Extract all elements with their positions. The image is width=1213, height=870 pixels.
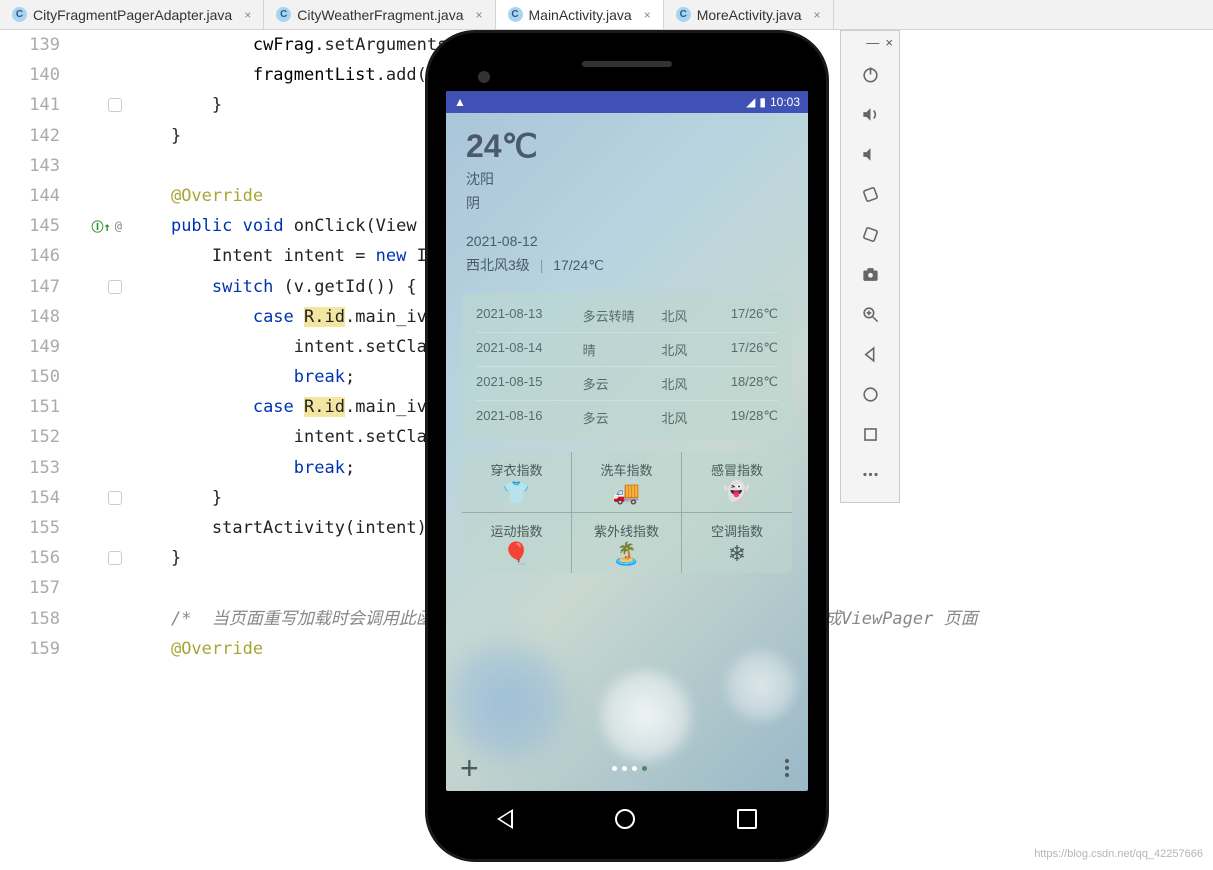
emu-back-button[interactable] bbox=[841, 334, 899, 374]
bottom-bar: + bbox=[446, 745, 808, 791]
current-condition: 阴 bbox=[466, 193, 788, 213]
close-icon[interactable]: × bbox=[814, 8, 821, 22]
tab-label: CityWeatherFragment.java bbox=[297, 7, 463, 23]
phone-screen[interactable]: ▲ ◢ ▮ 10:03 24℃ 沈阳 阴 2021-08-12 西北风3级 | … bbox=[446, 91, 808, 791]
java-class-icon: C bbox=[508, 7, 523, 22]
emu-volume-down-button[interactable] bbox=[841, 134, 899, 174]
minimize-icon[interactable]: — bbox=[866, 35, 879, 50]
forecast-row: 2021-08-13多云转晴北风17/26℃ bbox=[476, 299, 778, 333]
tab-label: CityFragmentPagerAdapter.java bbox=[33, 7, 232, 23]
tab-more-activity[interactable]: C MoreActivity.java × bbox=[664, 0, 834, 29]
emu-recent-button[interactable] bbox=[841, 414, 899, 454]
index-洗车指数[interactable]: 洗车指数🚚 bbox=[572, 452, 682, 513]
index-感冒指数[interactable]: 感冒指数👻 bbox=[682, 452, 792, 513]
current-date: 2021-08-12 bbox=[466, 233, 788, 249]
forecast-row: 2021-08-15多云北风18/28℃ bbox=[476, 367, 778, 401]
current-sub: 西北风3级 | 17/24℃ bbox=[466, 255, 788, 275]
line-gutter: 1391401411421431441451461471481491501511… bbox=[0, 30, 70, 870]
java-class-icon: C bbox=[12, 7, 27, 22]
warning-icon: ▲ bbox=[454, 95, 466, 109]
forecast-row: 2021-08-14晴北风17/26℃ bbox=[476, 333, 778, 367]
status-time: 10:03 bbox=[770, 95, 800, 109]
emu-power-button[interactable] bbox=[841, 54, 899, 94]
signal-icon: ◢ bbox=[746, 95, 755, 109]
battery-icon: ▮ bbox=[759, 95, 766, 109]
close-icon[interactable]: × bbox=[244, 8, 251, 22]
java-class-icon: C bbox=[276, 7, 291, 22]
android-navbar bbox=[446, 795, 808, 843]
status-bar: ▲ ◢ ▮ 10:03 bbox=[446, 91, 808, 113]
emu-rotate-left-button[interactable] bbox=[841, 174, 899, 214]
indices-card: 穿衣指数👕洗车指数🚚感冒指数👻 运动指数🎈紫外线指数🏝️空调指数❄ bbox=[462, 452, 792, 573]
emulator-window-controls: — × bbox=[841, 31, 899, 54]
nav-back-button[interactable] bbox=[497, 809, 513, 829]
tab-label: MainActivity.java bbox=[529, 7, 632, 23]
phone-camera bbox=[478, 71, 490, 83]
forecast-card: 2021-08-13多云转晴北风17/26℃2021-08-14晴北风17/26… bbox=[462, 293, 792, 440]
emu-zoom-button[interactable] bbox=[841, 294, 899, 334]
phone-frame: ▲ ◢ ▮ 10:03 24℃ 沈阳 阴 2021-08-12 西北风3级 | … bbox=[425, 30, 829, 862]
forecast-row: 2021-08-16多云北风19/28℃ bbox=[476, 401, 778, 434]
index-紫外线指数[interactable]: 紫外线指数🏝️ bbox=[572, 513, 682, 573]
tab-label: MoreActivity.java bbox=[697, 7, 802, 23]
current-city: 沈阳 bbox=[466, 169, 788, 189]
editor-tabs: C CityFragmentPagerAdapter.java × C CityWea… bbox=[0, 0, 1213, 30]
add-city-button[interactable]: + bbox=[460, 750, 479, 787]
current-wind: 西北风3级 bbox=[466, 257, 530, 273]
nav-home-button[interactable] bbox=[615, 809, 635, 829]
java-class-icon: C bbox=[676, 7, 691, 22]
current-temp: 24℃ bbox=[466, 127, 788, 165]
close-icon[interactable]: × bbox=[475, 8, 482, 22]
index-穿衣指数[interactable]: 穿衣指数👕 bbox=[462, 452, 572, 513]
emulator: ▲ ◢ ▮ 10:03 24℃ 沈阳 阴 2021-08-12 西北风3级 | … bbox=[425, 30, 829, 862]
gutter-marks: Ⓘ↑ @ bbox=[70, 30, 130, 870]
emu-more-button[interactable] bbox=[841, 454, 899, 494]
close-icon[interactable]: × bbox=[644, 8, 651, 22]
emulator-toolbar: — × bbox=[840, 30, 900, 503]
phone-earpiece bbox=[582, 61, 672, 67]
index-运动指数[interactable]: 运动指数🎈 bbox=[462, 513, 572, 573]
tab-city-weather[interactable]: C CityWeatherFragment.java × bbox=[264, 0, 495, 29]
weather-current: 24℃ 沈阳 阴 2021-08-12 西北风3级 | 17/24℃ bbox=[446, 113, 808, 281]
current-range: 17/24℃ bbox=[553, 257, 604, 273]
emu-home-button[interactable] bbox=[841, 374, 899, 414]
emu-rotate-right-button[interactable] bbox=[841, 214, 899, 254]
emu-volume-up-button[interactable] bbox=[841, 94, 899, 134]
index-空调指数[interactable]: 空调指数❄ bbox=[682, 513, 792, 573]
pager-dots bbox=[612, 766, 647, 771]
tab-main-activity[interactable]: C MainActivity.java × bbox=[496, 0, 664, 29]
tab-city-adapter[interactable]: C CityFragmentPagerAdapter.java × bbox=[0, 0, 264, 29]
close-icon[interactable]: × bbox=[885, 35, 893, 50]
more-button[interactable] bbox=[780, 759, 794, 777]
watermark: https://blog.csdn.net/qq_42257666 bbox=[1034, 848, 1203, 860]
emu-screenshot-button[interactable] bbox=[841, 254, 899, 294]
nav-recent-button[interactable] bbox=[737, 809, 757, 829]
